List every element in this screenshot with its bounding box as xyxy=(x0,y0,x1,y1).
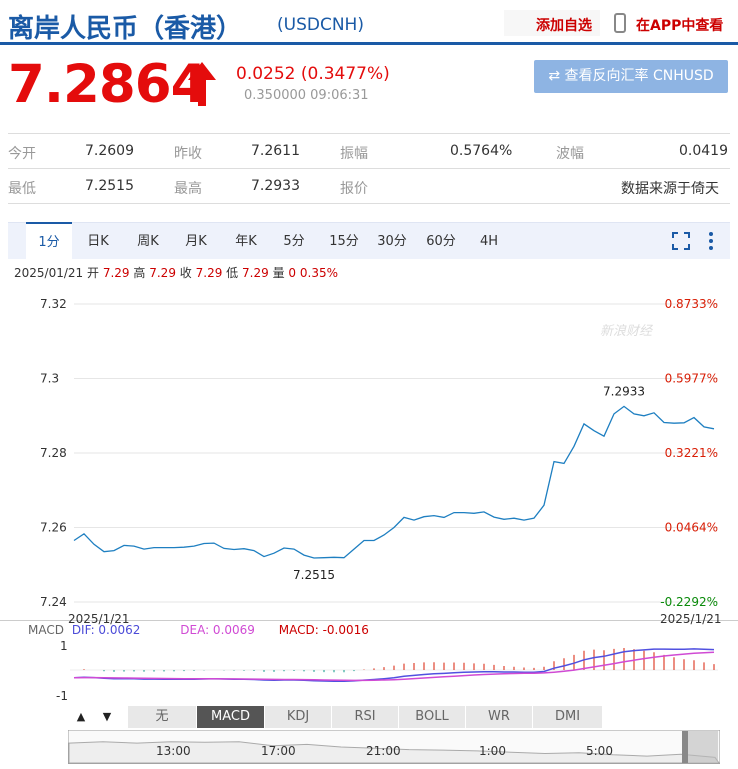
tab-5min[interactable]: 5分 xyxy=(274,223,314,259)
up-arrow-icon xyxy=(188,62,216,106)
period-tabs: 1分 日K 周K 月K 年K 5分 15分 30分 60分 4H xyxy=(8,222,730,260)
symbol-code: (USDCNH) xyxy=(277,15,364,35)
tab-4h[interactable]: 4H xyxy=(469,223,509,259)
tab-30min[interactable]: 30分 xyxy=(372,223,412,259)
pct-tick-label: 0.3221% xyxy=(665,446,718,460)
amplitude-value: 0.5764% xyxy=(450,143,513,159)
fullscreen-icon[interactable] xyxy=(672,232,690,250)
tab-1min[interactable]: 1分 xyxy=(26,222,72,260)
tab-60min[interactable]: 60分 xyxy=(421,223,461,259)
watermark-text: 新浪财经 xyxy=(600,323,654,339)
ohlc-vol: 0 xyxy=(288,266,297,280)
ohlc-high: 7.29 xyxy=(149,266,176,280)
quote-row-2: 最低 7.2515 最高 7.2933 报价 数据来源于倚天 xyxy=(8,168,730,204)
tab-day[interactable]: 日K xyxy=(78,223,118,259)
open-label: 今开 xyxy=(8,146,36,162)
page-title: 离岸人民币（香港） xyxy=(8,14,243,44)
price-annotation-label: 7.2515 xyxy=(293,568,335,582)
price-annotations: 7.2933 7.2515 xyxy=(293,384,645,582)
scroll-up-button[interactable]: ▲ xyxy=(72,708,90,726)
time-label-3: 21:00 xyxy=(366,744,401,758)
tab-year[interactable]: 年K xyxy=(226,223,266,259)
amplitude-label: 振幅 xyxy=(340,146,368,162)
macd-tick-1: 1 xyxy=(60,639,68,653)
macd-chart: 1 -1 xyxy=(56,639,718,703)
macd-dea: DEA: 0.0069 xyxy=(180,623,255,637)
ohlc-high-label: 高 xyxy=(133,266,146,280)
phone-icon xyxy=(614,13,626,33)
time-label-4: 1:00 xyxy=(479,744,506,758)
reverse-rate-button[interactable]: ⇄ 查看反向汇率 CNHUSD xyxy=(534,60,728,93)
ohlc-vol-label: 量 xyxy=(272,266,285,280)
indicator-dmi[interactable]: DMI xyxy=(533,706,603,728)
price-line xyxy=(73,405,715,559)
view-in-app-link[interactable]: 在APP中查看 xyxy=(636,15,723,35)
y-tick-label: 7.32 xyxy=(40,297,67,311)
macd-value: MACD: -0.0016 xyxy=(278,623,369,637)
low-value: 7.2515 xyxy=(85,178,134,194)
y-tick-label: 7.26 xyxy=(40,521,67,535)
ohlc-info: 2025/01/21 开 7.29 高 7.29 收 7.29 低 7.29 量… xyxy=(14,264,338,281)
time-label-2: 17:00 xyxy=(261,744,296,758)
more-options-icon[interactable] xyxy=(708,231,714,251)
ohlc-open: 7.29 xyxy=(102,266,130,280)
indicator-macd[interactable]: MACD xyxy=(197,706,265,728)
y-tick-label: 7.28 xyxy=(40,446,67,460)
tab-15min[interactable]: 15分 xyxy=(324,223,364,259)
range-label: 波幅 xyxy=(556,146,584,162)
header-divider xyxy=(0,42,738,45)
indicator-boll[interactable]: BOLL xyxy=(399,706,466,728)
time-label-1: 13:00 xyxy=(156,744,191,758)
y-tick-label: 7.3 xyxy=(40,372,59,386)
prev-close-value: 7.2611 xyxy=(251,143,300,159)
ohlc-low: 7.29 xyxy=(242,266,269,280)
navigator-handle[interactable] xyxy=(682,731,688,763)
y-axis: 7.32 7.3 7.28 7.26 7.24 xyxy=(40,297,67,609)
range-value: 0.0419 xyxy=(679,143,728,159)
open-value: 7.2609 xyxy=(85,143,134,159)
pct-tick-label: 0.0464% xyxy=(665,521,718,535)
y-tick-label: 7.24 xyxy=(40,595,67,609)
prev-close-label: 昨收 xyxy=(174,146,202,162)
pct-tick-label: -0.2292% xyxy=(660,595,718,609)
ohlc-date: 2025/01/21 xyxy=(14,266,84,280)
indicator-none[interactable]: 无 xyxy=(128,706,197,728)
time-navigator[interactable]: 13:00 17:00 21:00 1:00 5:00 xyxy=(68,730,720,764)
scroll-down-button[interactable]: ▼ xyxy=(98,708,116,726)
quote-time: 0.350000 09:06:31 xyxy=(244,88,369,103)
indicator-rsi[interactable]: RSI xyxy=(332,706,399,728)
price-change: 0.0252 (0.3477%) xyxy=(236,64,390,84)
chart-grid xyxy=(74,303,718,603)
high-label: 最高 xyxy=(174,181,202,197)
price-chart[interactable]: 新浪财经 7.327.37.287.267.24 0.8733%0.5977%0… xyxy=(0,290,738,620)
pct-axis: 0.8733% 0.5977% 0.3221% 0.0464% -0.2292% xyxy=(660,297,718,609)
dif-line xyxy=(73,648,715,683)
tab-week[interactable]: 周K xyxy=(128,223,168,259)
ohlc-close: 7.29 xyxy=(195,266,223,280)
ohlc-open-label: 开 xyxy=(87,266,100,280)
quote-row-1: 今开 7.2609 昨收 7.2611 振幅 0.5764% 波幅 0.0419 xyxy=(8,133,730,168)
macd-tick-neg1: -1 xyxy=(56,689,68,703)
ohlc-close-label: 收 xyxy=(179,266,192,280)
macd-date-right: 2025/1/21 xyxy=(660,612,722,626)
indicator-wr[interactable]: WR xyxy=(466,706,533,728)
indicator-kdj[interactable]: KDJ xyxy=(265,706,332,728)
data-source-text: 数据来源于倚天 xyxy=(621,181,719,197)
macd-histogram xyxy=(83,647,715,673)
tab-month[interactable]: 月K xyxy=(176,223,216,259)
ohlc-low-label: 低 xyxy=(226,266,239,280)
time-label-5: 5:00 xyxy=(586,744,613,758)
pct-tick-label: 0.8733% xyxy=(665,297,718,311)
current-price: 7.2864 xyxy=(8,54,208,115)
quote-label: 报价 xyxy=(340,181,368,197)
low-label: 最低 xyxy=(8,181,36,197)
high-value: 7.2933 xyxy=(251,178,300,194)
ohlc-pct: 0.35% xyxy=(299,266,338,280)
pct-tick-label: 0.5977% xyxy=(665,372,718,386)
price-annotation-label: 7.2933 xyxy=(603,384,645,398)
add-favorite-label[interactable]: 添加自选 xyxy=(536,15,592,35)
macd-date-left: 2025/1/21 xyxy=(68,612,130,626)
macd-title: MACD xyxy=(28,623,64,637)
